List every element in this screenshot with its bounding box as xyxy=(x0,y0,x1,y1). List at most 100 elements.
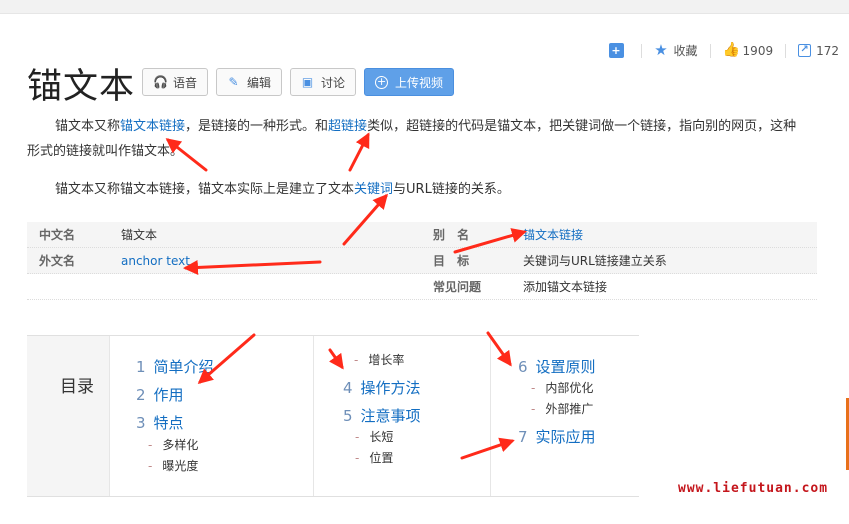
toc-subitem[interactable]: - 内部优化 xyxy=(531,379,593,396)
link-anchor-text-link[interactable]: 锚文本链接 xyxy=(120,119,185,134)
thumbs-up-icon: 👍 xyxy=(722,42,740,58)
page-title: 锚文本 xyxy=(27,67,136,107)
info-cell: 目 标 关键词与URL链接建立关系 xyxy=(422,248,817,273)
toc-item-label: 实际应用 xyxy=(535,428,596,446)
toc-subitem-label: 内部优化 xyxy=(545,381,594,395)
toc-item-number: 7 xyxy=(518,428,528,446)
edit-button[interactable]: ✎ 编辑 xyxy=(216,68,283,96)
favorite-label: 收藏 xyxy=(673,44,698,58)
toc-column-3: 6 设置原则 - 内部优化 - 外部推广 7 实际应用 xyxy=(491,336,639,496)
text: 锚文本又称 xyxy=(55,119,121,134)
toc-item[interactable]: 3 特点 xyxy=(136,412,184,433)
info-cell: 中文名 锚文本 xyxy=(27,222,422,247)
stats-bar: + ★ 收藏 👍 1909 ↗ 172 xyxy=(597,42,839,59)
text: 锚文本又称锚文本链接，锚文本实际上是建立了文本 xyxy=(55,182,355,197)
upload-video-button[interactable]: + 上传视频 xyxy=(364,68,455,96)
voice-label: 语音 xyxy=(173,75,198,90)
toc-subitem-label: 长短 xyxy=(369,430,394,444)
toc-item[interactable]: 6 设置原则 xyxy=(518,356,596,377)
info-cell xyxy=(27,274,422,299)
toc-column-2: - 增长率 4 操作方法 5 注意事项 - 长短 - 位置 xyxy=(314,336,491,496)
info-value: 关键词与URL链接建立关系 xyxy=(523,254,667,268)
text: ，是链接的一种形式。和 xyxy=(185,119,329,134)
toc-item-number: 1 xyxy=(136,358,146,376)
toc-item-label: 简单介绍 xyxy=(153,358,214,376)
summary-paragraph-2: 锚文本又称锚文本链接，锚文本实际上是建立了文本关键词与URL链接的关系。 xyxy=(27,177,797,202)
table-of-contents: 目录 1 简单介绍 2 作用 3 特点 - 多样化 - 曝光度 - 增长率 4 操作方法 5注… xyxy=(27,335,639,497)
info-value: 添加锚文本链接 xyxy=(523,280,608,294)
info-label: 中文名 xyxy=(39,228,76,242)
favorite-button[interactable]: ★ 收藏 xyxy=(654,41,698,59)
toc-subitem-label: 外部推广 xyxy=(545,402,594,416)
like-button[interactable]: 👍 1909 xyxy=(723,43,774,58)
toc-subitem[interactable]: - 外部推广 xyxy=(531,400,593,417)
summary-paragraph-1: 锚文本又称锚文本链接，是链接的一种形式。和超链接类似，超链接的代码是锚文本，把关… xyxy=(27,114,797,164)
foreign-name-link[interactable]: anchor text xyxy=(121,248,190,273)
info-row: 中文名 锚文本 别 名 锚文本链接 xyxy=(27,222,817,248)
toc-item-label: 作用 xyxy=(153,386,184,404)
toc-item[interactable]: 5 注意事项 xyxy=(343,405,421,426)
toc-item-label: 操作方法 xyxy=(360,379,421,397)
info-label: 外文名 xyxy=(39,254,76,268)
link-hyperlink[interactable]: 超链接 xyxy=(328,119,367,134)
voice-button[interactable]: 🎧 语音 xyxy=(142,68,209,96)
share-icon: ↗ xyxy=(798,44,812,57)
toc-item[interactable]: 1 简单介绍 xyxy=(136,356,214,377)
discuss-label: 讨论 xyxy=(321,75,346,90)
info-label: 别 名 xyxy=(433,228,474,242)
divider xyxy=(785,43,787,58)
info-box: 中文名 锚文本 别 名 锚文本链接 外文名 anchor text 目 标 关键… xyxy=(27,222,817,300)
info-row: 常见问题 添加锚文本链接 xyxy=(27,274,817,300)
share-button[interactable]: ↗ 172 xyxy=(798,44,839,58)
like-count: 1909 xyxy=(742,43,774,58)
toc-item-number: 5 xyxy=(343,407,353,425)
toc-item[interactable]: 4 操作方法 xyxy=(343,377,421,398)
divider xyxy=(709,43,711,58)
info-cell: 别 名 锚文本链接 xyxy=(422,222,817,247)
discuss-button[interactable]: ▣ 讨论 xyxy=(290,68,357,96)
toc-label-panel: 目录 xyxy=(27,336,110,496)
toc-item[interactable]: 7 实际应用 xyxy=(518,426,596,447)
link-keyword[interactable]: 关键词 xyxy=(354,182,393,197)
toc-subitem[interactable]: - 多样化 xyxy=(148,436,198,453)
toc-item-label: 注意事项 xyxy=(360,407,421,425)
toc-item-label: 特点 xyxy=(153,414,184,432)
watermark: www.liefutuan.com xyxy=(678,481,829,496)
toc-subitem-label: 曝光度 xyxy=(162,459,199,473)
info-cell: 常见问题 添加锚文本链接 xyxy=(422,274,817,299)
toc-item-number: 3 xyxy=(136,414,146,432)
toc-column-1: 1 简单介绍 2 作用 3 特点 - 多样化 - 曝光度 xyxy=(136,336,314,496)
toc-item[interactable]: 2 作用 xyxy=(136,384,184,405)
info-value: 锚文本 xyxy=(121,228,158,242)
edit-label: 编辑 xyxy=(247,75,272,90)
divider xyxy=(640,43,642,58)
info-row: 外文名 anchor text 目 标 关键词与URL链接建立关系 xyxy=(27,248,817,274)
top-bar xyxy=(0,0,849,14)
toc-subitem[interactable]: - 长短 xyxy=(355,428,393,445)
info-label: 目 标 xyxy=(433,254,474,268)
toc-subitem-label: 位置 xyxy=(369,451,394,465)
text: 与URL链接的关系。 xyxy=(393,182,510,197)
title-actions: 🎧 语音 ✎ 编辑 ▣ 讨论 + 上传视频 xyxy=(142,68,462,96)
toc-subitem-label: 多样化 xyxy=(162,438,199,452)
toc-item-number: 2 xyxy=(136,386,146,404)
toc-item-number: 6 xyxy=(518,358,528,376)
plus-icon: + xyxy=(608,43,624,58)
toc-item-number: 4 xyxy=(343,379,353,397)
add-button[interactable]: + xyxy=(608,43,629,58)
info-label: 常见问题 xyxy=(433,280,482,294)
chat-icon: ▣ xyxy=(301,74,314,89)
toc-subitem[interactable]: - 增长率 xyxy=(354,351,404,368)
alias-link[interactable]: 锚文本链接 xyxy=(523,222,583,247)
toc-subitem[interactable]: - 曝光度 xyxy=(148,457,198,474)
plus-circle-icon: + xyxy=(375,74,389,89)
toc-subitem-label: 增长率 xyxy=(368,353,405,367)
toc-label: 目录 xyxy=(60,377,94,397)
upload-label: 上传视频 xyxy=(395,75,444,90)
headphones-icon: 🎧 xyxy=(153,74,168,89)
pencil-icon: ✎ xyxy=(228,74,239,89)
toc-item-label: 设置原则 xyxy=(535,358,596,376)
star-icon: ★ xyxy=(654,41,668,59)
toc-subitem[interactable]: - 位置 xyxy=(355,449,393,466)
info-cell: 外文名 anchor text xyxy=(27,248,422,273)
